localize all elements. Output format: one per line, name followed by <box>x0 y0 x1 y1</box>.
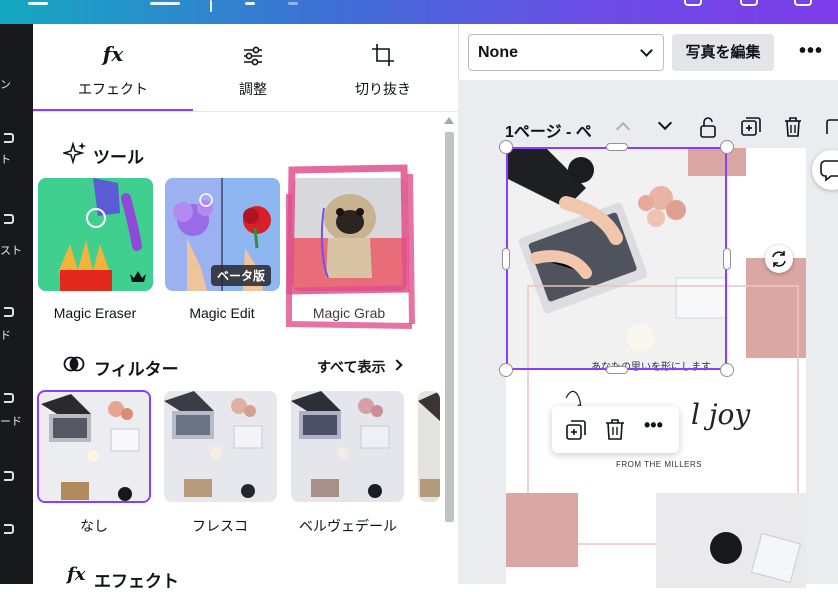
panel-tabs: fx エフェクト 調整 切り抜き <box>33 24 458 112</box>
crop-icon <box>372 44 394 66</box>
undo-icon[interactable] <box>245 2 255 5</box>
filter-card-none[interactable] <box>37 390 151 503</box>
chevron-up-icon[interactable] <box>615 121 631 137</box>
tab-effects[interactable]: fx エフェクト <box>33 24 193 112</box>
resize-handle-bottom[interactable] <box>606 366 628 374</box>
element-floating-toolbar: ••• <box>552 406 679 453</box>
filter-select[interactable]: None <box>468 34 664 71</box>
filter-thumbnail <box>41 394 149 501</box>
rail-item-label: ード <box>0 416 22 428</box>
filter-label-none: なし <box>80 518 108 534</box>
context-toolbar: None 写真を編集 ••• <box>458 24 838 80</box>
rail-item-elements[interactable]: ト <box>0 129 33 169</box>
upload-icon <box>4 307 14 317</box>
chevron-down-icon[interactable] <box>657 115 673 131</box>
filter-icon <box>63 356 85 372</box>
tool-label-magic-grab: Magic Grab <box>312 305 386 321</box>
tab-crop[interactable]: 切り抜き <box>303 24 463 112</box>
divider <box>33 111 458 112</box>
scrollbar-thumb[interactable] <box>445 132 454 522</box>
tool-card-magic-eraser[interactable] <box>38 178 153 291</box>
filter-label-fresco: フレスコ <box>192 518 248 534</box>
rail-item-text[interactable]: スト <box>0 214 33 257</box>
see-all-filters-link[interactable]: すべて表示 <box>317 357 385 377</box>
tab-label: 切り抜き <box>355 81 411 97</box>
sliders-icon <box>244 46 262 66</box>
more-options-icon[interactable]: ••• <box>644 416 663 434</box>
tools-section-title: ツール <box>93 148 144 167</box>
rail-item-label: ド <box>0 330 11 342</box>
filter-label-belvedere: ベルヴェデール <box>299 518 397 534</box>
tool-card-magic-edit[interactable]: ベータ版 <box>165 178 280 291</box>
rail-item-label: ン <box>0 79 11 91</box>
logo-fragment <box>28 2 48 5</box>
resize-handle-bottom-left[interactable] <box>499 363 513 377</box>
apps-icon <box>4 471 14 481</box>
duplicate-icon[interactable] <box>564 418 588 442</box>
menu-fragment[interactable] <box>150 2 180 5</box>
page-title[interactable]: 1ページ - ペ <box>505 118 592 142</box>
select-value: None <box>478 44 518 61</box>
rail-item-design[interactable]: ン <box>0 64 33 104</box>
rotate-handle[interactable] <box>765 245 793 273</box>
edit-photo-panel: fx エフェクト 調整 切り抜き ツール Magic Eraser ベータ版 M… <box>33 24 458 591</box>
draw-icon <box>4 393 14 403</box>
duplicate-page-icon[interactable] <box>740 116 762 138</box>
elements-icon <box>4 133 14 143</box>
fx-icon: fx <box>102 42 124 66</box>
lock-icon[interactable] <box>698 116 718 138</box>
magic-eraser-thumbnail <box>38 178 153 291</box>
filter-thumbnail <box>291 391 404 502</box>
rail-item-label: スト <box>0 245 22 257</box>
scroll-up-arrow[interactable] <box>444 117 454 124</box>
rail-item-label: ト <box>0 154 11 166</box>
trash-icon[interactable] <box>783 116 803 138</box>
add-page-icon[interactable] <box>826 116 838 138</box>
resize-handle-top[interactable] <box>606 143 628 151</box>
divider <box>210 0 212 12</box>
chart-icon[interactable] <box>684 0 702 6</box>
rail-item-apps[interactable] <box>0 469 33 509</box>
rotate-icon <box>772 251 786 267</box>
tool-label-magic-edit: Magic Edit <box>189 305 255 321</box>
tool-label-magic-eraser: Magic Eraser <box>53 305 137 321</box>
from-text[interactable]: FROM THE MILLERS <box>616 460 702 469</box>
redo-icon[interactable] <box>288 2 298 5</box>
resize-handle-right[interactable] <box>723 248 731 270</box>
filter-card-fresco[interactable] <box>164 391 277 502</box>
filter-card-more[interactable] <box>418 391 440 502</box>
tab-label: エフェクト <box>78 81 148 97</box>
script-text[interactable]: l joy <box>691 398 750 431</box>
selection-frame[interactable] <box>506 147 727 370</box>
filter-card-belvedere[interactable] <box>291 391 404 502</box>
effects-section-title: エフェクト <box>94 572 179 591</box>
fx-icon: fx <box>67 564 86 585</box>
more-icon <box>4 524 14 534</box>
rail-item-draw[interactable]: ード <box>0 389 33 429</box>
filter-thumbnail <box>418 391 440 502</box>
resize-handle-top-left[interactable] <box>499 140 513 154</box>
text-icon <box>4 214 14 224</box>
beta-badge: ベータ版 <box>211 265 272 286</box>
user-icon[interactable] <box>740 0 758 6</box>
comment-icon <box>820 160 838 182</box>
resize-handle-top-right[interactable] <box>720 140 734 154</box>
filter-thumbnail <box>164 391 277 502</box>
top-bar <box>0 0 838 24</box>
menu-icon[interactable] <box>794 0 812 6</box>
sparkle-icon <box>63 141 86 165</box>
resize-handle-bottom-right[interactable] <box>720 363 734 377</box>
chevron-right-icon[interactable] <box>391 359 403 371</box>
resize-handle-left[interactable] <box>502 248 510 270</box>
more-options-icon[interactable]: ••• <box>799 41 823 61</box>
trash-icon[interactable] <box>604 417 626 441</box>
edit-photo-button[interactable]: 写真を編集 <box>672 34 774 71</box>
left-rail: ン ト スト ド ード <box>0 24 33 584</box>
chevron-down-icon <box>640 44 653 57</box>
filters-section-title: フィルター <box>94 360 179 379</box>
comment-button[interactable] <box>812 150 838 190</box>
